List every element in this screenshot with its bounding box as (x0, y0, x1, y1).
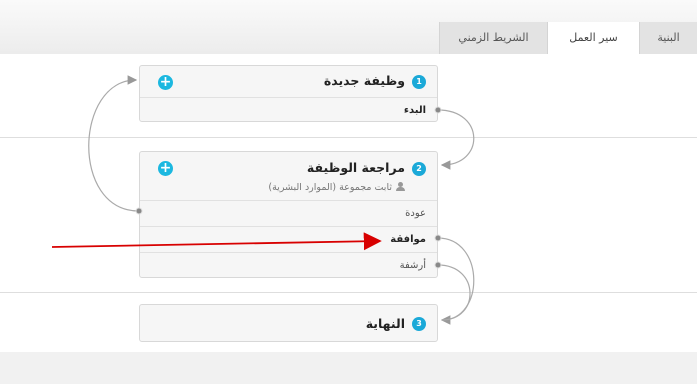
connector-archive-to-end (437, 264, 471, 321)
annotation-red-arrow (51, 232, 382, 251)
connector-port[interactable] (434, 261, 442, 269)
connector-port[interactable] (434, 106, 442, 114)
connector-start-to-review (437, 109, 475, 170)
connector-approve-to-end (437, 237, 475, 325)
workflow-connectors (51, 75, 475, 325)
connector-port[interactable] (434, 234, 442, 242)
connector-return-to-new-job (88, 75, 140, 212)
connector-port[interactable] (135, 207, 143, 215)
